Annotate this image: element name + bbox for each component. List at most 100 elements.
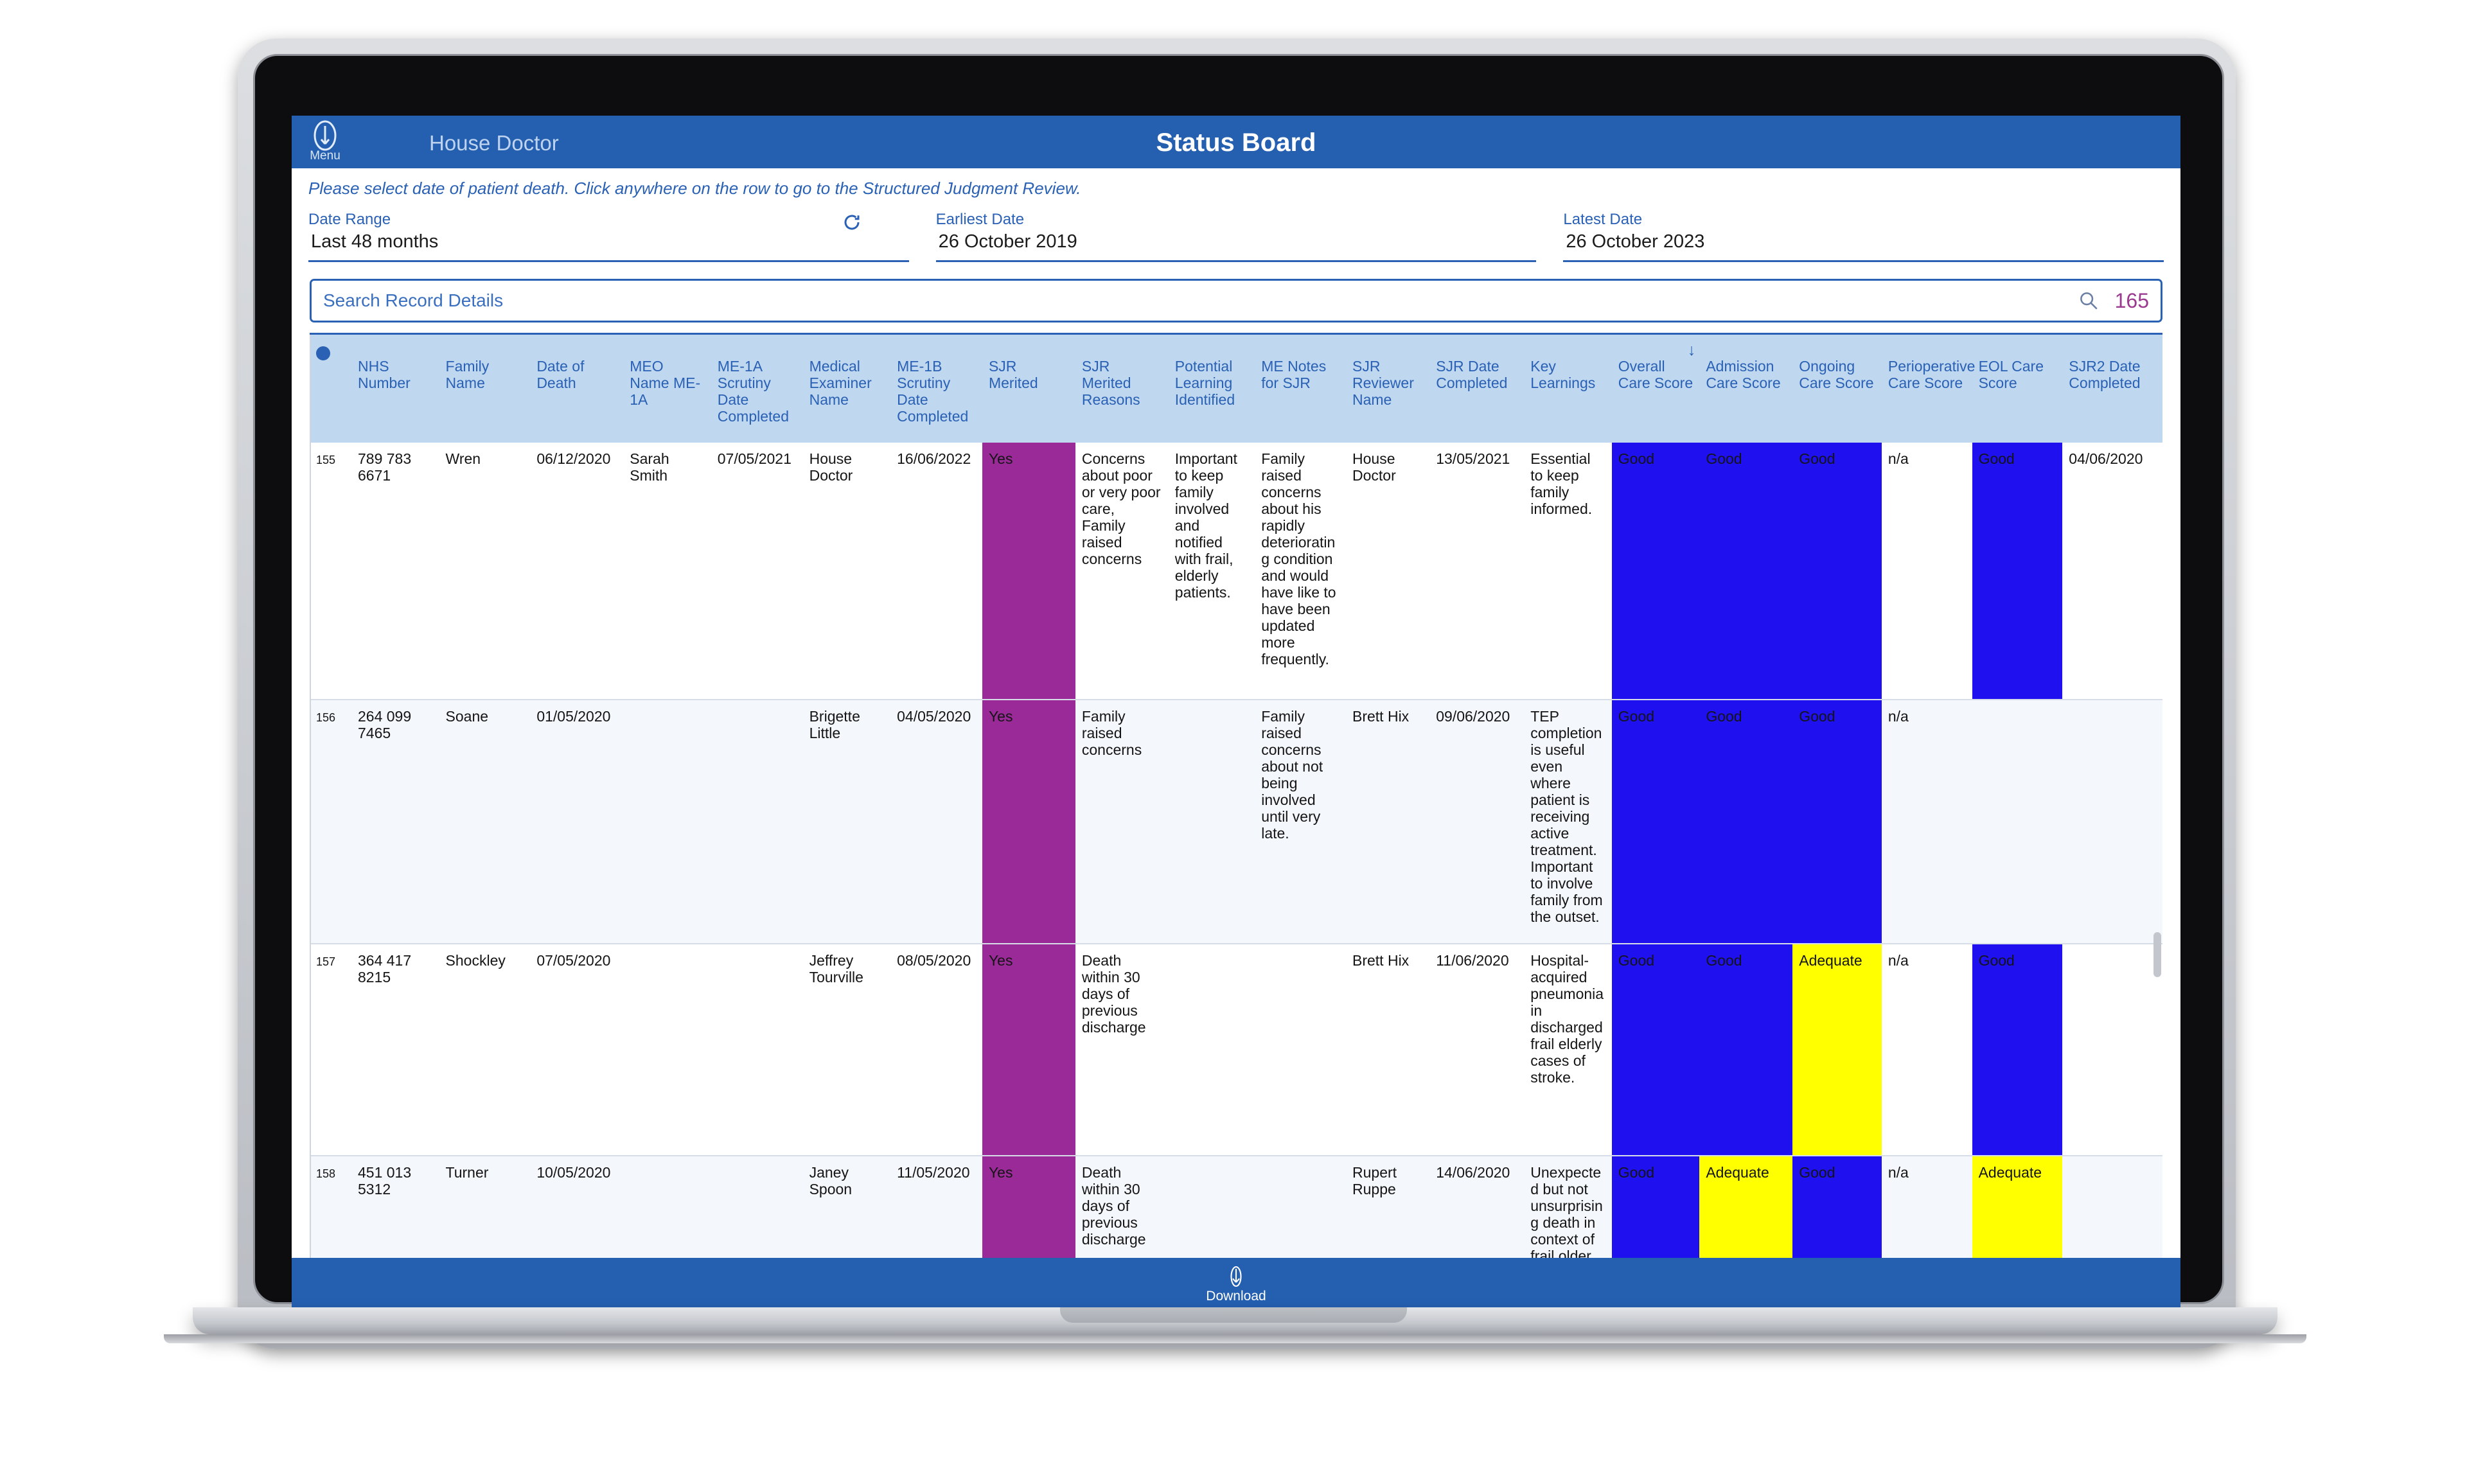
cell-overall-care-score: Good	[1611, 944, 1700, 1156]
app-header: Menu House Doctor Status Board	[292, 116, 2180, 168]
column-label: Overall Care Score	[1618, 358, 1693, 391]
cell-key-learnings: Unexpected but not unsurprising death in…	[1524, 1156, 1612, 1258]
cell-nhs-number: 789 783 6671	[351, 443, 439, 700]
column-header-medical-examiner-name[interactable]: Medical Examiner Name	[802, 335, 891, 443]
cell-date-of-death: 01/05/2020	[530, 700, 624, 944]
cell-ongoing-care-score: Good	[1792, 1156, 1882, 1258]
column-header-admission-care-score[interactable]: Admission Care Score	[1699, 335, 1793, 443]
column-label: SJR2 Date Completed	[2069, 358, 2141, 391]
column-label: SJR Merited	[988, 358, 1038, 391]
column-header-me1b-scrutiny-date[interactable]: ME-1B Scrutiny Date Completed	[890, 335, 982, 443]
cell-sjr-date-completed: 13/05/2021	[1429, 443, 1525, 700]
download-button[interactable]: Download	[292, 1258, 2180, 1311]
column-header-sjr-merited[interactable]: SJR Merited	[982, 335, 1075, 443]
cell-potential-learning	[1168, 944, 1255, 1156]
laptop-base-foot	[164, 1334, 2306, 1343]
cell-key-learnings: Essential to keep family informed.	[1524, 443, 1612, 700]
cell-sjr-merited-reasons: Concerns about poor or very poor care, F…	[1075, 443, 1169, 700]
table-row[interactable]: 158 451 013 5312 Turner 10/05/2020 Janey Spo…	[311, 1156, 2162, 1258]
column-header-meo-name[interactable]: MEO Name ME-1A	[623, 335, 711, 443]
row-index: 158	[311, 1156, 351, 1258]
cell-me1a-scrutiny-date	[711, 1156, 803, 1258]
column-header-me1a-scrutiny-date[interactable]: ME-1A Scrutiny Date Completed	[711, 335, 803, 443]
cell-sjr-merited: Yes	[982, 944, 1075, 1156]
table-row[interactable]: 156 264 099 7465 Soane 01/05/2020 Brigette L…	[311, 700, 2162, 944]
cell-sjr-date-completed: 09/06/2020	[1429, 700, 1525, 944]
search-box[interactable]: Search Record Details 165	[310, 279, 2162, 322]
status-board-app: Menu House Doctor Status Board Please se…	[292, 116, 2180, 1311]
cell-sjr-reviewer-name: House Doctor	[1346, 443, 1430, 700]
row-index: 157	[311, 944, 351, 1156]
earliest-date-field[interactable]: Earliest Date 26 October 2019	[935, 210, 1537, 262]
cell-meo-name	[623, 944, 711, 1156]
column-header-select[interactable]	[311, 335, 351, 443]
column-header-potential-learning[interactable]: Potential Learning Identified	[1168, 335, 1255, 443]
select-all-dot-icon[interactable]	[316, 346, 330, 360]
cell-sjr-merited: Yes	[982, 1156, 1075, 1258]
table-body: 155 789 783 6671 Wren 06/12/2020 Sarah Smith…	[311, 443, 2162, 1258]
cell-potential-learning	[1168, 700, 1255, 944]
cell-ongoing-care-score: Adequate	[1792, 944, 1882, 1156]
column-header-nhs-number[interactable]: NHS Number	[351, 335, 439, 443]
column-header-ongoing-care-score[interactable]: Ongoing Care Score	[1792, 335, 1882, 443]
column-header-family-name[interactable]: Family Name	[439, 335, 531, 443]
search-icon[interactable]	[2078, 290, 2100, 312]
latest-date-label: Latest Date	[1563, 211, 1643, 228]
column-header-me-notes-for-sjr[interactable]: ME Notes for SJR	[1255, 335, 1346, 443]
cell-eol-care-score	[1972, 700, 2063, 944]
column-header-sjr-merited-reasons[interactable]: SJR Merited Reasons	[1075, 335, 1169, 443]
column-header-overall-care-score[interactable]: ↓ Overall Care Score	[1611, 335, 1700, 443]
cell-medical-examiner-name: House Doctor	[802, 443, 891, 700]
column-label: Medical Examiner Name	[809, 358, 872, 408]
table-row[interactable]: 157 364 417 8215 Shockley 07/05/2020 Jeffrey…	[311, 944, 2162, 1156]
cell-admission-care-score: Good	[1699, 700, 1793, 944]
latest-date-value: 26 October 2023	[1566, 231, 1705, 252]
cell-me1b-scrutiny-date: 16/06/2022	[890, 443, 982, 700]
column-header-date-of-death[interactable]: Date of Death	[530, 335, 624, 443]
cell-me-notes-for-sjr: Family raised concerns about his rapidly…	[1255, 443, 1346, 700]
column-header-perioperative-care-score[interactable]: Perioperative Care Score	[1881, 335, 1975, 443]
column-label: Family Name	[445, 358, 490, 391]
column-header-sjr-date-completed[interactable]: SJR Date Completed	[1429, 335, 1525, 443]
laptop-mockup: Menu House Doctor Status Board Please se…	[238, 39, 2236, 1349]
cell-perioperative-care-score: n/a	[1881, 944, 1972, 1156]
column-header-sjr2-date-completed[interactable]: SJR2 Date Completed	[2062, 335, 2162, 443]
record-count: 165	[2114, 288, 2149, 312]
cell-ongoing-care-score: Good	[1792, 700, 1882, 944]
filter-row: Date Range Last 48 months Earliest Date …	[292, 201, 2180, 262]
column-header-eol-care-score[interactable]: EOL Care Score	[1972, 335, 2063, 443]
cell-medical-examiner-name: Brigette Little	[802, 700, 891, 944]
records-table-container[interactable]: NHS Number Family Name Date of Death MEO…	[310, 335, 2162, 1258]
screenshot-canvas: Menu House Doctor Status Board Please se…	[0, 0, 2467, 1484]
column-header-sjr-reviewer-name[interactable]: SJR Reviewer Name	[1346, 335, 1430, 443]
cell-perioperative-care-score: n/a	[1881, 700, 1972, 944]
cell-me1b-scrutiny-date: 11/05/2020	[890, 1156, 982, 1258]
sort-descending-icon[interactable]: ↓	[1618, 342, 1696, 358]
cell-me1b-scrutiny-date: 08/05/2020	[890, 944, 982, 1156]
cell-me-notes-for-sjr: Family raised concerns about not being i…	[1255, 700, 1346, 944]
cell-overall-care-score: Good	[1611, 1156, 1700, 1258]
date-range-field[interactable]: Date Range Last 48 months	[308, 210, 909, 262]
column-label: Perioperative Care Score	[1888, 358, 1976, 391]
column-label: NHS Number	[358, 358, 411, 391]
cell-family-name: Soane	[439, 700, 531, 944]
cell-me-notes-for-sjr	[1255, 944, 1346, 1156]
cell-date-of-death: 07/05/2020	[530, 944, 624, 1156]
column-header-key-learnings[interactable]: Key Learnings	[1524, 335, 1612, 443]
latest-date-field[interactable]: Latest Date 26 October 2023	[1563, 210, 2164, 262]
search-input[interactable]: Search Record Details	[312, 290, 2078, 311]
refresh-icon[interactable]	[842, 213, 862, 232]
column-label: EOL Care Score	[1978, 358, 2044, 391]
table-header-row: NHS Number Family Name Date of Death MEO…	[311, 335, 2162, 443]
cell-nhs-number: 364 417 8215	[351, 944, 439, 1156]
cell-sjr-date-completed: 14/06/2020	[1429, 1156, 1525, 1258]
records-table: NHS Number Family Name Date of Death MEO…	[311, 335, 2162, 1258]
vertical-scrollbar[interactable]	[2153, 932, 2161, 977]
table-row[interactable]: 155 789 783 6671 Wren 06/12/2020 Sarah Smith…	[311, 443, 2162, 700]
column-label: ME Notes for SJR	[1261, 358, 1327, 391]
cell-date-of-death: 06/12/2020	[530, 443, 624, 700]
cell-eol-care-score: Good	[1972, 944, 2063, 1156]
cell-sjr-merited: Yes	[982, 700, 1075, 944]
laptop-base-notch	[1060, 1307, 1407, 1323]
table-header: NHS Number Family Name Date of Death MEO…	[311, 335, 2162, 443]
